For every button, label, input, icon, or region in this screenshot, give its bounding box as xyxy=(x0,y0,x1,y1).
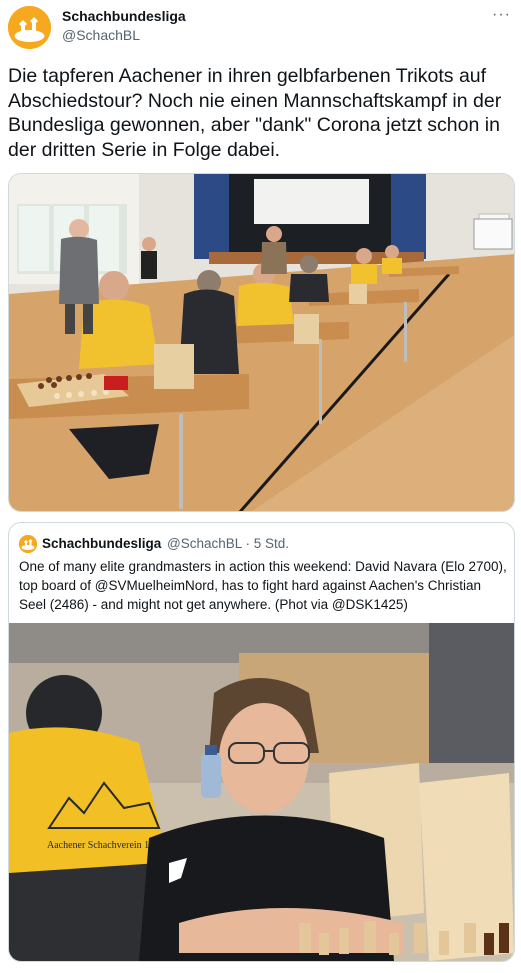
quoted-author-name: Schachbundesliga xyxy=(42,536,162,551)
quoted-author-handle: @SchachBL · 5 Std. xyxy=(167,536,290,551)
more-options-icon[interactable]: ··· xyxy=(492,6,511,24)
tweet-photo[interactable] xyxy=(8,173,515,512)
quoted-tweet[interactable]: Schachbundesliga @SchachBL · 5 Std. One … xyxy=(8,522,515,962)
author-handle[interactable]: @SchachBL xyxy=(62,27,140,43)
author-name[interactable]: Schachbundesliga xyxy=(62,8,186,24)
quoted-tweet-photo: Aachener Schachverein 18 xyxy=(9,623,514,961)
avatar[interactable] xyxy=(8,6,51,49)
tweet-header: Schachbundesliga @SchachBL ··· xyxy=(8,6,513,49)
photo-chess-player: Aachener Schachverein 18 xyxy=(9,623,514,961)
shirt-text: Aachener Schachverein 18 xyxy=(47,840,154,851)
quoted-tweet-text: One of many elite grandmasters in action… xyxy=(19,559,507,612)
tweet-text: Die tapferen Aachener in ihren gelbfarbe… xyxy=(8,65,502,161)
photo-chess-hall xyxy=(9,174,514,511)
quoted-avatar xyxy=(19,535,37,553)
